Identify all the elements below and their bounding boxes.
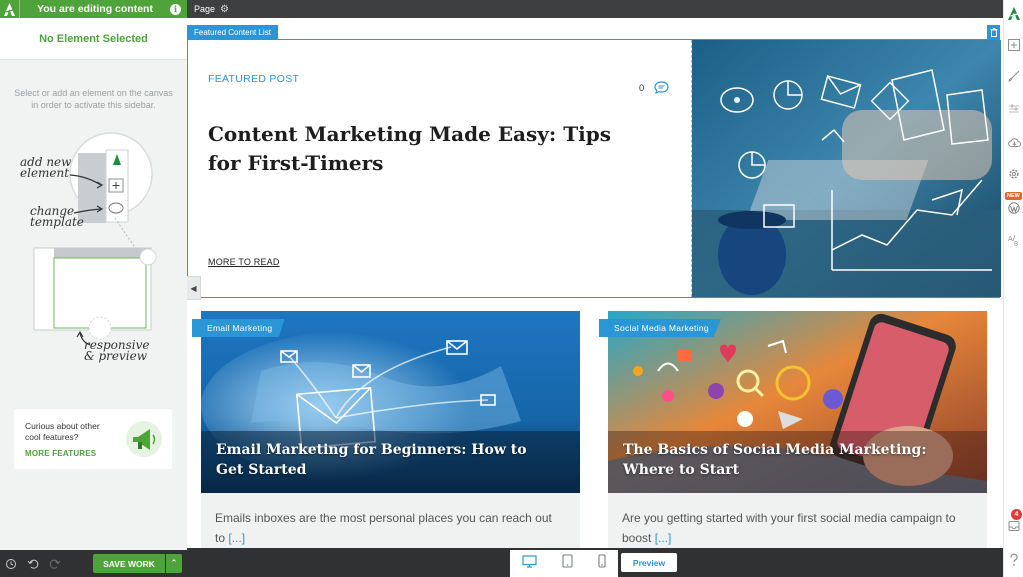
megaphone-icon (124, 419, 164, 459)
thrive-logo-icon[interactable] (0, 0, 20, 18)
tutorial-change-template-label: change template (30, 204, 84, 229)
sidebar-header: You are editing content i (0, 0, 187, 18)
add-element-icon[interactable] (1004, 35, 1023, 55)
post-card-excerpt: Emails inboxes are the most personal pla… (215, 508, 565, 548)
read-more-link[interactable]: [...] (655, 531, 672, 545)
post-card-social[interactable]: Social Media Marketing The Basics of Soc… (599, 311, 987, 548)
svg-text:B: B (1014, 241, 1018, 247)
featured-post-content: FEATURED POST 0 Content Marketing Made E… (188, 40, 691, 297)
desktop-view-icon[interactable] (522, 554, 537, 573)
settings-gear-icon[interactable] (1004, 164, 1023, 184)
page-settings-gear-icon[interactable]: ⚙ (220, 4, 229, 15)
post-card-title[interactable]: The Basics of Social Media Marketing: Wh… (623, 440, 963, 480)
featured-post-image[interactable] (691, 40, 1001, 297)
featured-post-title[interactable]: Content Marketing Made Easy: Tips for Fi… (208, 120, 638, 178)
save-work-button[interactable]: SAVE WORK (93, 554, 165, 573)
editor-canvas[interactable]: Featured Content List FEATURED POST 0 Co… (187, 18, 1003, 548)
device-preview-bar: Preview (187, 548, 1003, 577)
featured-post-kicker: FEATURED POST (208, 73, 300, 85)
promo-text: Curious about other cool features? (25, 421, 100, 442)
more-features-link[interactable]: MORE FEATURES (25, 449, 96, 458)
sliders-icon[interactable] (1004, 99, 1023, 119)
info-icon[interactable]: i (170, 3, 181, 15)
post-card-excerpt: Are you getting started with your first … (622, 508, 972, 548)
delete-element-trash-icon[interactable] (987, 25, 1000, 39)
right-toolbar: NEW AB 4 (1003, 0, 1023, 577)
collapse-sidebar-toggle[interactable]: ◀ (187, 276, 201, 300)
device-switcher (510, 550, 618, 577)
more-features-promo: Curious about other cool features? MORE … (14, 409, 172, 469)
comment-count: 0 (639, 83, 645, 94)
svg-text:A: A (1008, 235, 1013, 243)
more-to-read-link[interactable]: MORE TO READ (208, 257, 280, 267)
no-element-selected: No Element Selected (0, 18, 187, 60)
post-card-category-tag[interactable]: Email Marketing (192, 319, 285, 337)
editor-sidebar: You are editing content i No Element Sel… (0, 0, 187, 577)
tablet-view-icon[interactable] (562, 554, 573, 573)
editing-title: You are editing content (37, 3, 153, 15)
brush-icon[interactable] (1004, 66, 1023, 86)
comment-icon[interactable] (654, 81, 669, 99)
sidebar-help-text: Select or add an element on the canvas i… (14, 88, 173, 110)
preview-button[interactable]: Preview (621, 553, 677, 572)
history-icon[interactable] (0, 550, 22, 577)
featured-post[interactable]: FEATURED POST 0 Content Marketing Made E… (187, 39, 1001, 298)
redo-icon[interactable] (44, 550, 66, 577)
translate-icon[interactable]: AB (1004, 230, 1023, 250)
post-card-category-tag[interactable]: Social Media Marketing (599, 319, 721, 337)
sidebar-footer: SAVE WORK ⌃ (0, 550, 187, 577)
help-question-icon[interactable] (1004, 550, 1023, 570)
page-label[interactable]: Page (194, 4, 215, 14)
post-card-excerpt-text: Emails inboxes are the most personal pla… (215, 511, 552, 545)
save-options-chevron-icon[interactable]: ⌃ (166, 554, 182, 573)
undo-icon[interactable] (22, 550, 44, 577)
page-topbar: Page ⚙ (187, 0, 1003, 18)
tutorial-responsive-label: responsive & preview (84, 338, 150, 363)
wordpress-icon[interactable] (1004, 198, 1023, 218)
post-card-excerpt-text: Are you getting started with your first … (622, 511, 956, 545)
post-card-email[interactable]: Email Marketing Email Marketing for Begi… (192, 311, 580, 548)
post-card-title[interactable]: Email Marketing for Beginners: How to Ge… (216, 440, 556, 480)
notifications-inbox-icon[interactable] (1004, 516, 1023, 536)
featured-content-list-label[interactable]: Featured Content List (187, 25, 278, 39)
thrive-architect-logo-icon[interactable] (1004, 3, 1023, 23)
read-more-link[interactable]: [...] (228, 531, 245, 545)
tutorial-add-new-label: add new element (20, 155, 72, 180)
tutorial-illustration: add new element change template responsi… (0, 130, 187, 380)
cloud-download-icon[interactable] (1004, 132, 1023, 152)
mobile-view-icon[interactable] (598, 554, 606, 573)
